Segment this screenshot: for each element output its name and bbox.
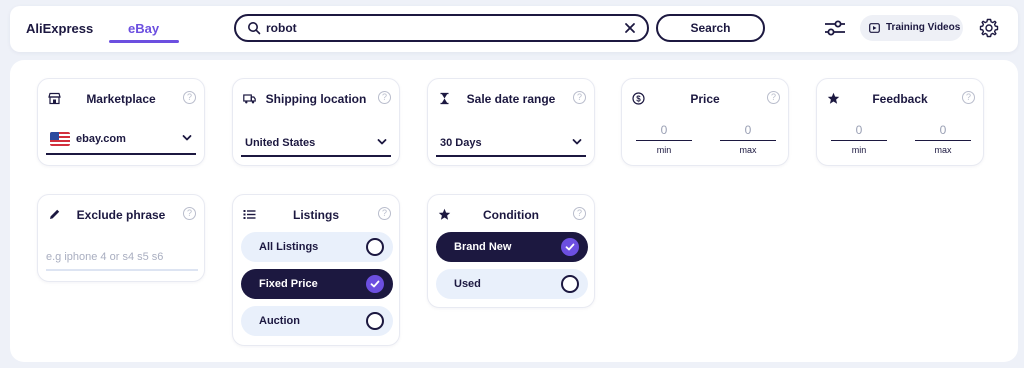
top-bar: AliExpress eBay Search Training Videos bbox=[10, 6, 1018, 52]
listings-title: Listings bbox=[292, 208, 339, 222]
radio-circle-icon bbox=[366, 312, 384, 330]
chevron-down-icon bbox=[572, 139, 582, 145]
option-label: All Listings bbox=[259, 241, 319, 253]
filters-panel: Marketplace ? ebay.com Shipping location… bbox=[10, 60, 1018, 362]
checkmark-icon bbox=[561, 238, 579, 256]
condition-card: Condition ? Brand New Used bbox=[427, 194, 595, 308]
feedback-min-label: min bbox=[851, 145, 867, 155]
option-label: Used bbox=[454, 278, 481, 290]
shipping-select[interactable]: United States bbox=[241, 131, 391, 157]
help-icon[interactable]: ? bbox=[767, 91, 780, 104]
sale-date-value: 30 Days bbox=[440, 137, 482, 149]
checkmark-icon bbox=[366, 275, 384, 293]
price-max-label: max bbox=[739, 145, 757, 155]
exclude-phrase-input[interactable] bbox=[46, 245, 198, 271]
training-videos-button[interactable]: Training Videos bbox=[860, 15, 963, 41]
listing-option-all[interactable]: All Listings bbox=[241, 232, 393, 262]
exclude-title: Exclude phrase bbox=[76, 208, 166, 222]
training-videos-label: Training Videos bbox=[886, 22, 961, 33]
radio-circle-icon bbox=[366, 238, 384, 256]
tab-aliexpress[interactable]: AliExpress bbox=[26, 21, 93, 36]
condition-title: Condition bbox=[483, 208, 539, 222]
search-icon bbox=[248, 22, 261, 35]
exclude-card: Exclude phrase ? bbox=[37, 194, 205, 282]
marketplace-select[interactable]: ebay.com bbox=[46, 129, 196, 155]
sliders-icon[interactable] bbox=[824, 20, 846, 36]
feedback-max[interactable]: 0 max bbox=[915, 123, 971, 155]
help-icon[interactable]: ? bbox=[378, 91, 391, 104]
chevron-down-icon bbox=[182, 135, 192, 141]
price-card: $ Price ? 0 min 0 max bbox=[621, 78, 789, 166]
search-input[interactable] bbox=[266, 19, 606, 37]
marketplace-value: ebay.com bbox=[76, 133, 126, 145]
condition-option-brand-new[interactable]: Brand New bbox=[436, 232, 588, 262]
sale-date-card: Sale date range ? 30 Days bbox=[427, 78, 595, 166]
listing-option-auction[interactable]: Auction bbox=[241, 306, 393, 336]
marketplace-card: Marketplace ? ebay.com bbox=[37, 78, 205, 166]
shipping-title: Shipping location bbox=[265, 92, 367, 106]
price-min[interactable]: 0 min bbox=[636, 123, 692, 155]
help-icon[interactable]: ? bbox=[573, 91, 586, 104]
price-min-label: min bbox=[656, 145, 672, 155]
active-tab-indicator bbox=[109, 40, 179, 43]
feedback-card: Feedback ? 0 min 0 max bbox=[816, 78, 984, 166]
help-icon[interactable]: ? bbox=[183, 91, 196, 104]
listings-card: Listings ? All Listings Fixed Price Auct… bbox=[232, 194, 400, 346]
help-icon[interactable]: ? bbox=[962, 91, 975, 104]
option-label: Auction bbox=[259, 315, 300, 327]
sale-date-title: Sale date range bbox=[466, 92, 556, 106]
feedback-min[interactable]: 0 min bbox=[831, 123, 887, 155]
search-box bbox=[234, 14, 649, 42]
condition-option-used[interactable]: Used bbox=[436, 269, 588, 299]
feedback-max-label: max bbox=[934, 145, 952, 155]
shipping-card: Shipping location ? United States bbox=[232, 78, 400, 166]
sale-date-select[interactable]: 30 Days bbox=[436, 131, 586, 157]
listing-option-fixed-price[interactable]: Fixed Price bbox=[241, 269, 393, 299]
gear-icon[interactable] bbox=[979, 18, 999, 38]
search-button[interactable]: Search bbox=[656, 14, 765, 42]
chevron-down-icon bbox=[377, 139, 387, 145]
option-label: Brand New bbox=[454, 241, 512, 253]
feedback-title: Feedback bbox=[872, 92, 928, 106]
option-label: Fixed Price bbox=[259, 278, 318, 290]
help-icon[interactable]: ? bbox=[378, 207, 391, 220]
marketplace-title: Marketplace bbox=[86, 92, 156, 106]
play-icon bbox=[869, 23, 880, 33]
tab-ebay[interactable]: eBay bbox=[128, 21, 159, 36]
us-flag-icon bbox=[50, 132, 70, 146]
price-min-input[interactable]: 0 bbox=[636, 123, 692, 141]
help-icon[interactable]: ? bbox=[573, 207, 586, 220]
feedback-max-input[interactable]: 0 bbox=[915, 123, 971, 141]
price-max[interactable]: 0 max bbox=[720, 123, 776, 155]
help-icon[interactable]: ? bbox=[183, 207, 196, 220]
shipping-value: United States bbox=[245, 137, 316, 149]
feedback-min-input[interactable]: 0 bbox=[831, 123, 887, 141]
radio-circle-icon bbox=[561, 275, 579, 293]
price-title: Price bbox=[690, 92, 720, 106]
clear-icon[interactable] bbox=[623, 21, 637, 35]
price-max-input[interactable]: 0 bbox=[720, 123, 776, 141]
